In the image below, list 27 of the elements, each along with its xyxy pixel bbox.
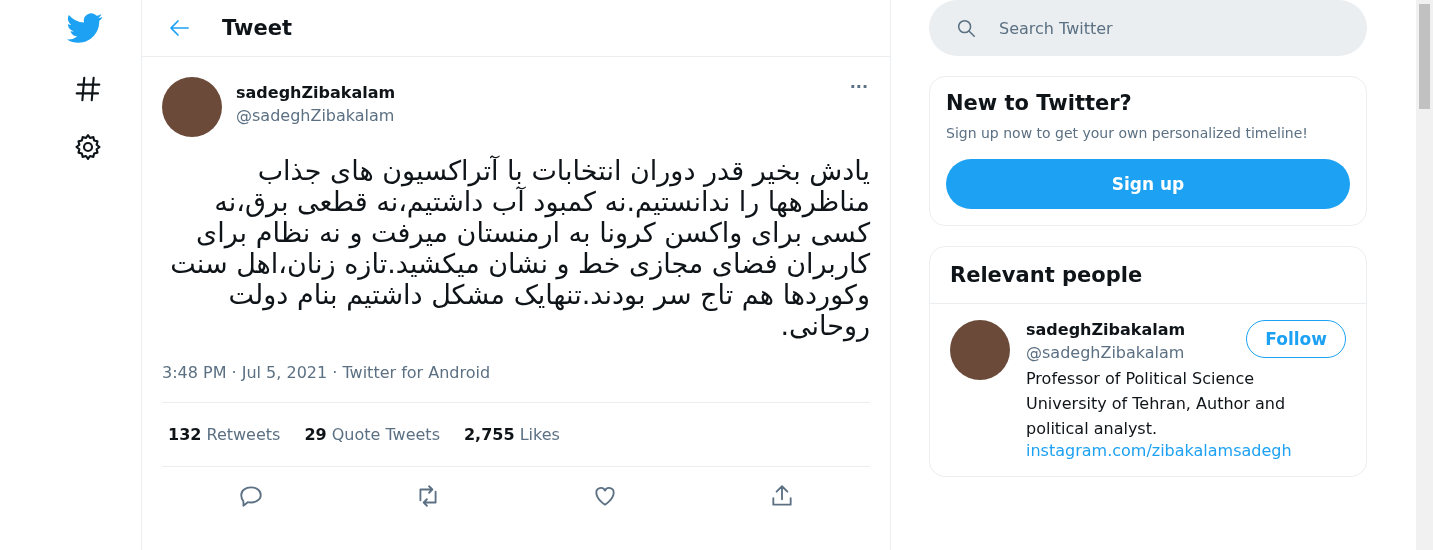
avatar-photo-placeholder[interactable]	[162, 77, 222, 137]
card-title: New to Twitter?	[946, 91, 1133, 115]
author-name[interactable]: sadeghZibakalam	[236, 83, 836, 102]
scrollbar[interactable]	[1416, 0, 1433, 550]
tweet-stat-link[interactable]: 132 Retweets	[168, 425, 281, 444]
person-handle[interactable]: @sadeghZibakalam	[1026, 343, 1247, 362]
card-subtitle: Sign up now to get your own personalized timeline!	[946, 125, 1309, 141]
reply-icon[interactable]	[237, 483, 264, 509]
person-name[interactable]: sadeghZibakalam	[1026, 320, 1247, 339]
person-bio: Professor of Political Science University of Tehran, Author and political analyst.	[1026, 368, 1287, 440]
more-options-button[interactable]: ···	[849, 77, 870, 96]
tweet-text: یادش بخیر قدر دوران انتخابات با آتراکسیون های جذاب مناظرهها را ندانستیم.نه کمبود آب داشتیم،نه قطعی برق،نه کسی برای واکسن کرونا به ارمنستان میرفت و نه نظام برای کاربران فضای مجازی خط و نشان میکشید.تازه زنان،اهل سنت وکوردها هم تاج سر بودند.تنهایک مشکل داشتیم بنام دولت روحانی.	[169, 155, 870, 341]
search-field[interactable]: Search Twitter	[929, 0, 1367, 56]
hashtag-icon[interactable]	[73, 74, 103, 104]
bio-link[interactable]: instagram.com/zibakalamsadegh	[1026, 441, 1346, 460]
follow-button[interactable]: Follow	[1246, 320, 1346, 358]
bird-logo-icon[interactable]	[67, 10, 103, 46]
page-title: Tweet	[222, 16, 292, 40]
avatar-photo-placeholder[interactable]	[950, 320, 1010, 380]
tweet-timestamp[interactable]: 3:48 PM · Jul 5, 2021 · Twitter for Android	[162, 363, 870, 403]
tweet-stat-link[interactable]: 29 Quote Tweets	[304, 425, 440, 444]
settings-icon[interactable]	[73, 132, 103, 162]
author-handle[interactable]: @sadeghZibakalam	[236, 106, 836, 125]
search-icon[interactable]	[955, 17, 977, 39]
sign-up-button[interactable]: Sign up	[946, 159, 1350, 209]
tweet-stat-link[interactable]: 2,755 Likes	[464, 425, 560, 444]
card-title: Relevant people	[930, 247, 1366, 304]
